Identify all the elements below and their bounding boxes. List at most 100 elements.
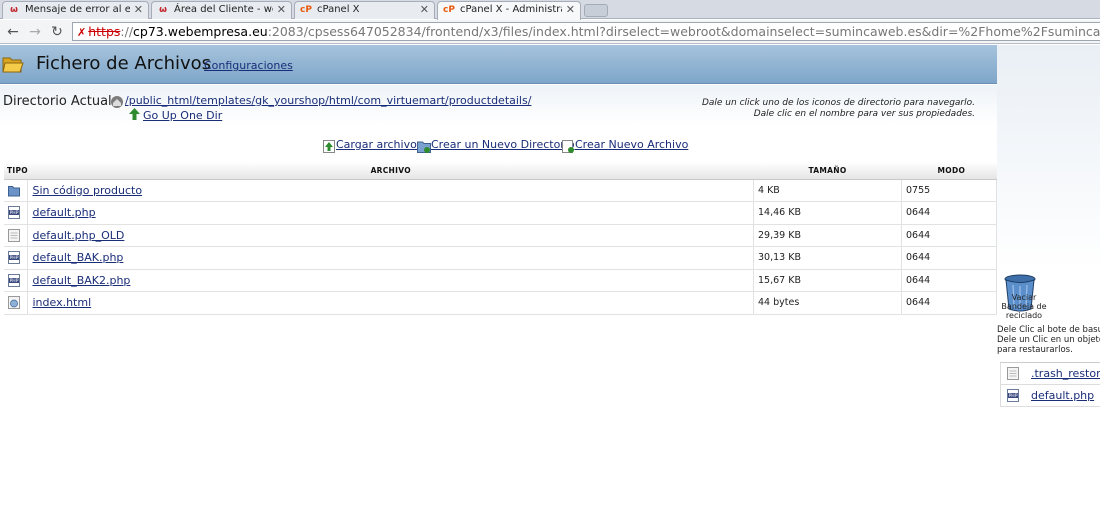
up-arrow-icon: [129, 108, 140, 120]
trash-instruction-line: Dele un Clic en un objeto: [997, 335, 1100, 345]
file-name-cell: default.php: [27, 201, 754, 225]
current-directory-path[interactable]: /public_html/templates/gk_yourshop/html/…: [125, 94, 531, 107]
table-header-row: Tipo Archivo Tamaño Modo: [4, 162, 997, 180]
file-name-link[interactable]: Sin código producto: [32, 184, 142, 197]
php-file-icon: PHP: [1007, 389, 1019, 402]
table-row[interactable]: PHP default_BAK2.php 15,67 KB 0644: [4, 269, 997, 292]
svg-text:PHP: PHP: [10, 210, 19, 216]
address-bar[interactable]: ✗ https://cp73.webempresa.eu:2083/cpsess6…: [72, 22, 1100, 41]
file-mode-cell: 0644: [901, 224, 997, 247]
folder-icon[interactable]: [8, 184, 20, 197]
table-row[interactable]: PHP default.php 14,46 KB 0644: [4, 201, 997, 225]
url-scheme: https: [88, 24, 121, 39]
close-tab-icon[interactable]: ✕: [134, 2, 143, 18]
trash-panel-header: [997, 45, 1100, 270]
tab-title: cPanel X - Administrador de Archivos: [460, 4, 562, 15]
page-title: Fichero de Archivos: [36, 53, 212, 74]
trash-instruction-line: para restaurarlos.: [997, 345, 1073, 355]
trash-list-item[interactable]: PHP default.php: [1000, 385, 1100, 407]
svg-text:PHP: PHP: [10, 278, 19, 284]
hint-line: Dale un click uno de los iconos de direc…: [701, 98, 975, 108]
forward-arrow-icon[interactable]: →: [26, 23, 44, 41]
upload-icon: [323, 140, 335, 153]
create-file-link[interactable]: Crear Nuevo Archivo: [575, 138, 688, 151]
column-header-file[interactable]: Archivo: [27, 162, 754, 180]
file-manager-header: Fichero de Archivos Configuraciones: [0, 45, 997, 84]
close-tab-icon[interactable]: ✕: [420, 2, 429, 18]
column-header-size[interactable]: Tamaño: [753, 162, 902, 180]
close-tab-icon[interactable]: ✕: [277, 2, 286, 18]
browser-tab-bar: ω Mensaje de error al entrar ✕ ω Área de…: [0, 0, 1100, 20]
broken-lock-icon: ✗: [77, 26, 87, 39]
trash-instruction-line: Dele Clic al bote de basura: [997, 325, 1100, 335]
cpanel-icon: cP: [300, 5, 312, 15]
file-name-link[interactable]: default_BAK2.php: [32, 274, 130, 287]
file-name-link[interactable]: index.html: [32, 296, 91, 309]
file-mode-cell: 0644: [901, 269, 997, 292]
type-cell: PHP: [4, 201, 29, 225]
home-icon[interactable]: [110, 95, 124, 109]
file-name-cell: index.html: [27, 291, 754, 315]
file-size-cell: 30,13 KB: [753, 246, 902, 270]
type-cell: PHP: [4, 246, 29, 270]
php-file-icon[interactable]: PHP: [8, 251, 20, 265]
directory-bar: Directorio Actual: /public_html/template…: [0, 85, 997, 125]
file-mode-cell: 0755: [901, 179, 997, 202]
file-name-cell: Sin código producto: [27, 179, 754, 202]
cpanel-icon: cP: [443, 5, 455, 15]
php-file-icon[interactable]: PHP: [8, 273, 20, 287]
type-cell: [4, 224, 29, 247]
reload-icon[interactable]: ↻: [48, 23, 66, 41]
browser-tab[interactable]: ω Área del Cliente - webempresa ✕: [151, 1, 292, 19]
svg-text:PHP: PHP: [10, 255, 19, 261]
file-name-cell: default_BAK2.php: [27, 269, 754, 292]
new-file-icon: [562, 140, 574, 153]
browser-tab-active[interactable]: cP cPanel X - Administrador de Archivos …: [437, 1, 581, 20]
file-size-cell: 14,46 KB: [753, 201, 902, 225]
file-name-cell: default.php_OLD: [27, 224, 754, 247]
file-actions: Cargar archivos Crear un Nuevo Directori…: [0, 138, 997, 156]
type-cell: PHP: [4, 269, 29, 292]
type-cell: [4, 179, 29, 202]
column-header-type[interactable]: Tipo: [4, 162, 28, 180]
column-header-mode[interactable]: Modo: [901, 162, 997, 180]
browser-tab[interactable]: ω Mensaje de error al entrar ✕: [2, 1, 149, 19]
html-file-icon[interactable]: [8, 296, 20, 310]
trash-item-link[interactable]: .trash_restore: [1031, 367, 1100, 380]
upload-files-link[interactable]: Cargar archivos: [336, 138, 423, 151]
empty-trash-label[interactable]: Vaciar Bandeja de reciclado: [1000, 293, 1048, 320]
file-name-link[interactable]: default_BAK.php: [32, 251, 123, 264]
file-name-cell: default_BAK.php: [27, 246, 754, 270]
table-row[interactable]: Sin código producto 4 KB 0755: [4, 179, 997, 202]
text-file-icon: [1007, 367, 1019, 380]
navigation-hint: Dale un click uno de los iconos de direc…: [702, 98, 975, 120]
browser-tab[interactable]: cP cPanel X ✕: [294, 1, 435, 19]
file-size-cell: 4 KB: [753, 179, 902, 202]
file-manager-content: Directorio Actual: /public_html/template…: [0, 85, 997, 525]
trash-list: .trash_restore PHP default.php: [1000, 362, 1100, 407]
trash-list-item[interactable]: .trash_restore: [1000, 363, 1100, 385]
open-folder-icon: [2, 57, 24, 73]
new-tab-button[interactable]: [584, 4, 608, 17]
php-file-icon[interactable]: PHP: [8, 206, 20, 220]
table-row[interactable]: PHP default_BAK.php 30,13 KB 0644: [4, 246, 997, 270]
table-row[interactable]: default.php_OLD 29,39 KB 0644: [4, 224, 997, 247]
trash-instructions: Dele Clic al bote de basura Dele un Clic…: [997, 325, 1100, 355]
create-directory-link[interactable]: Crear un Nuevo Directorio: [431, 138, 575, 151]
back-arrow-icon[interactable]: ←: [4, 23, 22, 41]
file-mode-cell: 0644: [901, 201, 997, 225]
webempresa-icon: ω: [159, 5, 167, 15]
go-up-link[interactable]: Go Up One Dir: [143, 109, 222, 122]
browser-toolbar: ← → ↻ ✗ https://cp73.webempresa.eu:2083/c…: [0, 20, 1100, 44]
text-file-icon[interactable]: [8, 228, 20, 242]
file-name-link[interactable]: default.php_OLD: [32, 229, 124, 242]
url-host: cp73.webempresa.eu: [133, 24, 268, 39]
type-cell: [4, 291, 29, 315]
file-name-link[interactable]: default.php: [32, 206, 95, 219]
settings-link[interactable]: Configuraciones: [204, 59, 293, 72]
trash-item-link[interactable]: default.php: [1031, 389, 1094, 402]
trash-panel: Vaciar Bandeja de reciclado Dele Clic al…: [997, 45, 1100, 525]
table-row[interactable]: index.html 44 bytes 0644: [4, 291, 997, 315]
tab-title: Área del Cliente - webempresa: [174, 4, 273, 15]
close-tab-icon[interactable]: ✕: [566, 2, 575, 18]
